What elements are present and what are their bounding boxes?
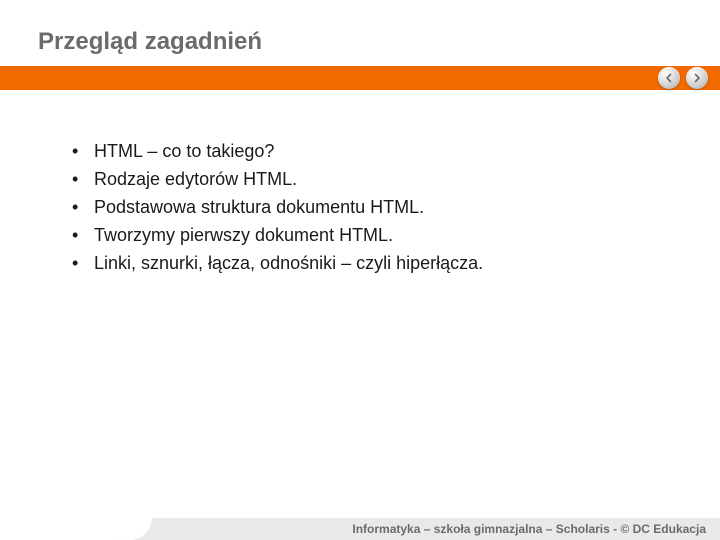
nav-buttons: [658, 67, 708, 89]
title-area: Przegląd zagadnień: [0, 0, 720, 66]
bullet-text: HTML – co to takiego?: [94, 141, 274, 161]
next-button[interactable]: [686, 67, 708, 89]
footer-curve: [130, 518, 200, 540]
bullet-text: Tworzymy pierwszy dokument HTML.: [94, 225, 393, 245]
list-item: Rodzaje edytorów HTML.: [68, 166, 660, 192]
slide-title: Przegląd zagadnień: [38, 28, 720, 56]
chevron-right-icon: [692, 73, 702, 83]
bullet-text: Rodzaje edytorów HTML.: [94, 169, 297, 189]
list-item: Tworzymy pierwszy dokument HTML.: [68, 222, 660, 248]
bullet-list: HTML – co to takiego? Rodzaje edytorów H…: [68, 138, 660, 276]
accent-bar: [0, 66, 720, 90]
bullet-text: Linki, sznurki, łącza, odnośniki – czyli…: [94, 253, 483, 273]
prev-button[interactable]: [658, 67, 680, 89]
chevron-left-icon: [664, 73, 674, 83]
list-item: HTML – co to takiego?: [68, 138, 660, 164]
slide: Przegląd zagadnień HTML – co to takiego?…: [0, 0, 720, 540]
footer-text: Informatyka – szkoła gimnazjalna – Schol…: [352, 522, 706, 536]
content-area: HTML – co to takiego? Rodzaje edytorów H…: [0, 90, 720, 276]
footer: Informatyka – szkoła gimnazjalna – Schol…: [0, 514, 720, 540]
list-item: Podstawowa struktura dokumentu HTML.: [68, 194, 660, 220]
bullet-text: Podstawowa struktura dokumentu HTML.: [94, 197, 424, 217]
list-item: Linki, sznurki, łącza, odnośniki – czyli…: [68, 250, 660, 276]
